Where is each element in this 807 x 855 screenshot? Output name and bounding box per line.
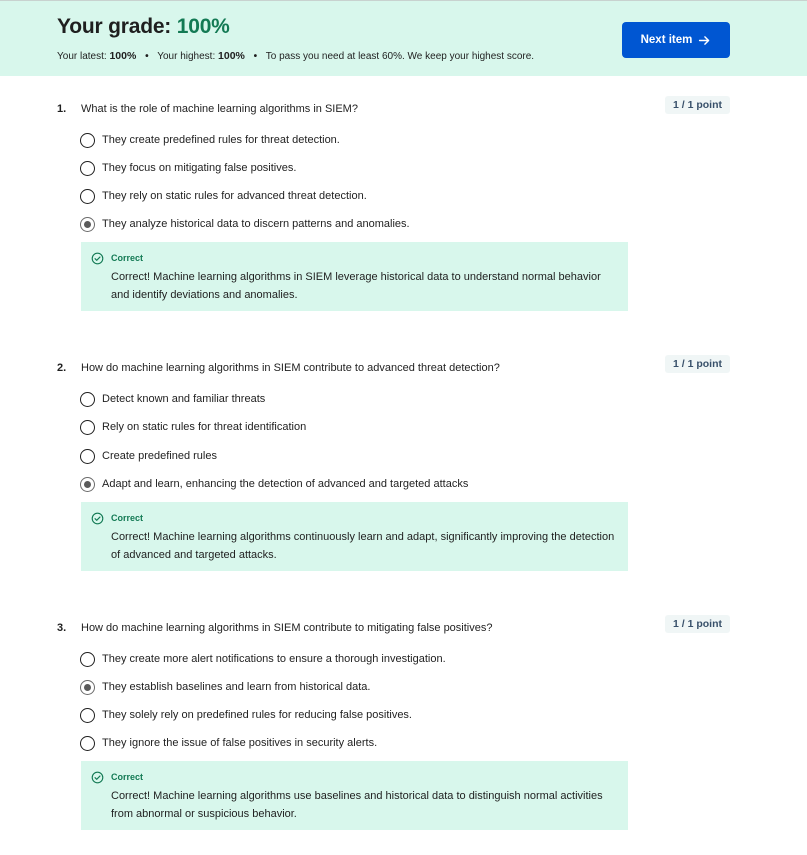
question-text: How do machine learning algorithms in SI… bbox=[81, 622, 493, 634]
feedback-title: Correct bbox=[111, 253, 144, 263]
feedback-text: Correct! Machine learning algorithms use… bbox=[111, 790, 603, 820]
feedback-correct: Correct Correct! Machine learning algori… bbox=[81, 242, 628, 311]
latest-label: Your latest: bbox=[57, 51, 107, 62]
option[interactable]: They focus on mitigating false positives… bbox=[80, 160, 296, 176]
radio-button[interactable] bbox=[80, 160, 95, 176]
grade-label: Your grade: bbox=[57, 15, 172, 38]
grade-summary: Your latest: 100% • Your highest: 100% •… bbox=[57, 50, 535, 62]
points-badge: 1 / 1 point bbox=[665, 615, 730, 633]
option[interactable]: They create predefined rules for threat … bbox=[80, 132, 340, 148]
feedback-title: Correct bbox=[111, 772, 144, 782]
radio-button[interactable] bbox=[80, 419, 95, 435]
option[interactable]: They solely rely on predefined rules for… bbox=[80, 707, 412, 723]
grade-banner: Your grade: 100% Your latest: 100% • You… bbox=[0, 0, 807, 76]
radio-button[interactable] bbox=[80, 651, 95, 667]
highest-value: 100% bbox=[218, 50, 245, 62]
radio-button[interactable] bbox=[80, 448, 95, 464]
option-label: Detect known and familiar threats bbox=[102, 393, 266, 405]
next-item-label: Next item bbox=[640, 34, 693, 46]
option-selected[interactable]: They establish baselines and learn from … bbox=[80, 679, 370, 695]
option[interactable]: They ignore the issue of false positives… bbox=[80, 735, 377, 751]
option-label: They create more alert notifications to … bbox=[102, 653, 446, 665]
option-selected[interactable]: They analyze historical data to discern … bbox=[80, 216, 410, 232]
radio-button-checked[interactable] bbox=[80, 679, 95, 695]
feedback-text: Correct! Machine learning algorithms con… bbox=[111, 531, 615, 561]
radio-button-checked[interactable] bbox=[80, 216, 95, 232]
option-label: They focus on mitigating false positives… bbox=[102, 162, 297, 174]
option[interactable]: Rely on static rules for threat identifi… bbox=[80, 419, 306, 435]
arrow-right-icon bbox=[699, 35, 710, 45]
option[interactable]: Create predefined rules bbox=[80, 448, 217, 464]
feedback-text: Correct! Machine learning algorithms in … bbox=[111, 271, 601, 301]
radio-button[interactable] bbox=[80, 391, 95, 407]
check-circle-icon bbox=[91, 771, 104, 784]
feedback-title: Correct bbox=[111, 513, 144, 523]
question-number: 2. bbox=[57, 362, 67, 374]
option-label: They establish baselines and learn from … bbox=[102, 681, 371, 693]
feedback-correct: Correct Correct! Machine learning algori… bbox=[81, 761, 628, 830]
option-label: They ignore the issue of false positives… bbox=[102, 737, 378, 749]
radio-button[interactable] bbox=[80, 188, 95, 204]
radio-button[interactable] bbox=[80, 707, 95, 723]
option-selected[interactable]: Adapt and learn, enhancing the detection… bbox=[80, 476, 468, 492]
option-label: They create predefined rules for threat … bbox=[102, 134, 340, 146]
question-number: 1. bbox=[57, 103, 67, 115]
option-label: Rely on static rules for threat identifi… bbox=[102, 421, 307, 433]
feedback-correct: Correct Correct! Machine learning algori… bbox=[81, 502, 628, 571]
option[interactable]: They create more alert notifications to … bbox=[80, 651, 446, 667]
option[interactable]: They rely on static rules for advanced t… bbox=[80, 188, 367, 204]
option-label: Adapt and learn, enhancing the detection… bbox=[102, 478, 469, 490]
question-number: 3. bbox=[57, 622, 67, 634]
radio-button-checked[interactable] bbox=[80, 476, 95, 492]
option-label: They rely on static rules for advanced t… bbox=[102, 190, 367, 202]
next-item-button[interactable]: Next item bbox=[622, 22, 730, 58]
highest-label: Your highest: bbox=[157, 51, 216, 62]
pass-note: To pass you need at least 60%. We keep y… bbox=[265, 51, 535, 62]
latest-value: 100% bbox=[109, 50, 137, 62]
option-label: They analyze historical data to discern … bbox=[102, 218, 410, 230]
points-badge: 1 / 1 point bbox=[665, 355, 730, 373]
question-text: What is the role of machine learning alg… bbox=[81, 103, 358, 115]
option[interactable]: Detect known and familiar threats bbox=[80, 391, 265, 407]
question-text: How do machine learning algorithms in SI… bbox=[81, 362, 500, 374]
grade-value: 100% bbox=[176, 15, 230, 38]
check-circle-icon bbox=[91, 252, 104, 265]
check-circle-icon bbox=[91, 512, 104, 525]
option-label: They solely rely on predefined rules for… bbox=[102, 709, 412, 721]
points-badge: 1 / 1 point bbox=[665, 96, 730, 114]
option-label: Create predefined rules bbox=[102, 450, 217, 462]
radio-button[interactable] bbox=[80, 132, 95, 148]
grade-title: Your grade: 100% bbox=[57, 15, 230, 39]
radio-button[interactable] bbox=[80, 735, 95, 751]
